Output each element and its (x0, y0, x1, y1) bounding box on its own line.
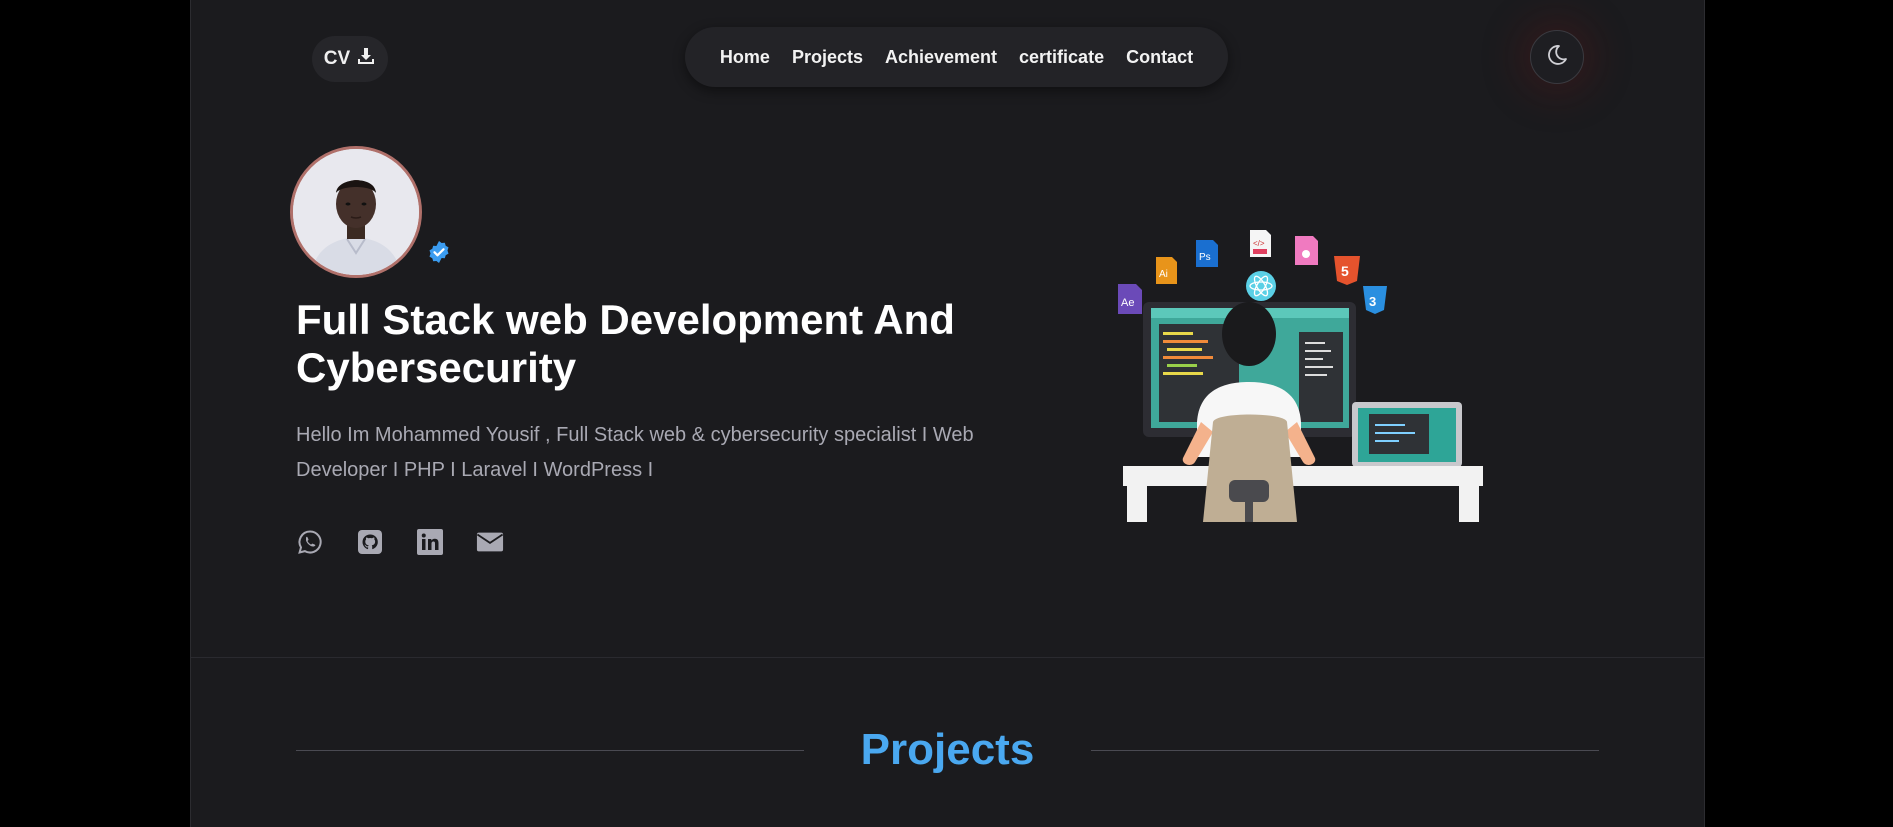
cv-download-button[interactable]: CV (312, 36, 388, 82)
nav-home[interactable]: Home (720, 47, 770, 68)
email-icon[interactable] (476, 528, 504, 556)
avatar (290, 146, 422, 278)
github-icon[interactable] (356, 528, 384, 556)
developer-illustration: Ae Ai Ps </> 5 3 (1103, 222, 1523, 522)
main-nav: Home Projects Achievement certificate Co… (685, 27, 1228, 87)
whatsapp-icon[interactable] (296, 528, 324, 556)
after-effects-icon: Ae (1118, 284, 1142, 314)
illustrator-icon: Ai (1156, 257, 1177, 284)
nav-certificate[interactable]: certificate (1019, 47, 1104, 68)
nav-achievement[interactable]: Achievement (885, 47, 997, 68)
svg-text:Ps: Ps (1199, 252, 1211, 263)
svg-text:3: 3 (1369, 294, 1376, 309)
theme-toggle-button[interactable] (1530, 30, 1584, 84)
html5-icon: 5 (1334, 256, 1360, 285)
linkedin-icon[interactable] (416, 528, 444, 556)
download-icon (356, 46, 376, 72)
svg-text:Ai: Ai (1159, 269, 1168, 280)
svg-text:</>: </> (1253, 239, 1265, 248)
css3-icon: 3 (1363, 286, 1387, 314)
hero-title: Full Stack web Development And Cybersecu… (296, 296, 955, 391)
projects-section-title: Projects (860, 725, 1035, 774)
react-icon (1246, 271, 1276, 301)
moon-icon (1545, 43, 1569, 72)
page: CV Home Projects Achievement certificate… (190, 0, 1705, 827)
nav-contact[interactable]: Contact (1126, 47, 1193, 68)
design-file-icon (1295, 236, 1318, 265)
section-divider (191, 657, 1704, 658)
cv-label: CV (323, 48, 351, 69)
social-links (296, 528, 504, 556)
svg-text:5: 5 (1341, 263, 1349, 279)
verified-badge-icon (427, 240, 451, 264)
hero-description: Hello Im Mohammed Yousif , Full Stack we… (296, 424, 974, 481)
svg-text:Ae: Ae (1121, 297, 1134, 309)
nav-projects[interactable]: Projects (792, 47, 863, 68)
code-file-icon: </> (1250, 230, 1271, 257)
photoshop-icon: Ps (1196, 240, 1218, 267)
